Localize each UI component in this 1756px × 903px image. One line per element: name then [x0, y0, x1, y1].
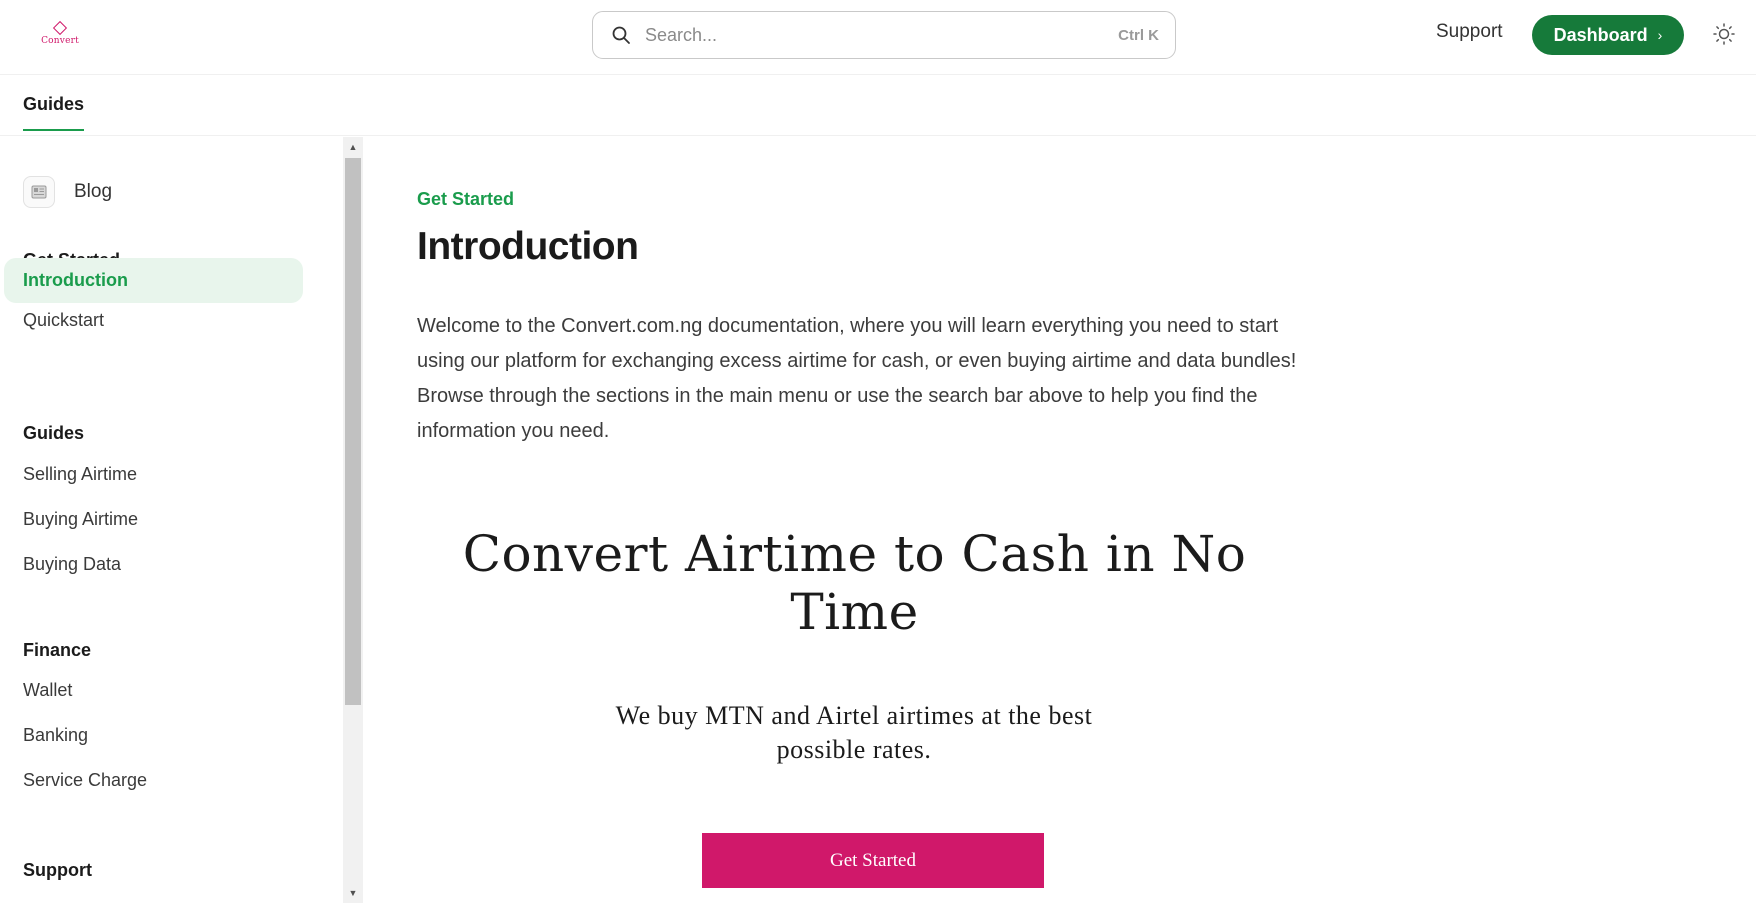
- search-icon: [611, 25, 631, 45]
- sidebar-section-finance: Finance: [23, 640, 92, 660]
- newspaper-icon: [23, 176, 55, 208]
- page-title: Introduction: [417, 225, 639, 268]
- search-placeholder: Search...: [645, 24, 718, 45]
- section-eyebrow: Get Started: [417, 189, 515, 209]
- logo-diamond-icon: [52, 20, 68, 36]
- sidebar-item-quickstart[interactable]: Quickstart: [4, 298, 303, 343]
- search-input[interactable]: Search... Ctrl K: [592, 11, 1176, 59]
- scroll-up-arrow-icon[interactable]: ▲: [343, 137, 363, 157]
- sidebar-scrollbar[interactable]: ▲ ▼: [343, 137, 363, 903]
- sidebar-item-wallet[interactable]: Wallet: [4, 668, 303, 713]
- sidebar-item-buying-data[interactable]: Buying Data: [4, 542, 303, 587]
- sidebar-item-buying-airtime[interactable]: Buying Airtime: [4, 497, 303, 542]
- sun-icon[interactable]: [1712, 22, 1736, 46]
- hero-title: Convert Airtime to Cash in No Time: [462, 525, 1247, 641]
- support-link[interactable]: Support: [1436, 21, 1503, 43]
- top-header: Convert Search... Ctrl K Support Dashboa…: [0, 0, 1756, 75]
- sidebar-section-support: Support: [23, 860, 92, 880]
- logo-wordmark: Convert: [41, 36, 79, 46]
- tab-guides[interactable]: Guides: [23, 94, 85, 131]
- convert-logo[interactable]: Convert: [40, 20, 80, 52]
- search-shortcut-hint: Ctrl K: [1118, 26, 1159, 44]
- sidebar-item-blog[interactable]: Blog: [23, 176, 112, 208]
- scroll-down-arrow-icon[interactable]: ▼: [343, 883, 363, 903]
- intro-paragraph: Welcome to the Convert.com.ng documentat…: [417, 315, 1297, 442]
- sidebar: Blog Get Started Introduction Quickstart…: [0, 137, 344, 903]
- chevron-right-icon: ›: [1657, 27, 1663, 43]
- get-started-button[interactable]: Get Started: [702, 833, 1044, 888]
- dashboard-button-label: Dashboard: [1553, 24, 1648, 45]
- sidebar-item-service-charge[interactable]: Service Charge: [4, 758, 303, 803]
- hero-subtitle: We buy MTN and Airtel airtimes at the be…: [615, 701, 1093, 764]
- sidebar-item-banking[interactable]: Banking: [4, 713, 303, 758]
- sidebar-item-label: Blog: [74, 181, 113, 202]
- scrollbar-thumb[interactable]: [345, 158, 361, 705]
- sidebar-item-introduction[interactable]: Introduction: [4, 258, 303, 303]
- sidebar-item-selling-airtime[interactable]: Selling Airtime: [4, 452, 303, 497]
- sidebar-section-guides: Guides: [23, 423, 85, 443]
- tabs-bar: Guides: [0, 76, 1756, 136]
- main-content: Get Started Introduction Welcome to the …: [364, 137, 1756, 903]
- dashboard-button[interactable]: Dashboard ›: [1532, 15, 1684, 55]
